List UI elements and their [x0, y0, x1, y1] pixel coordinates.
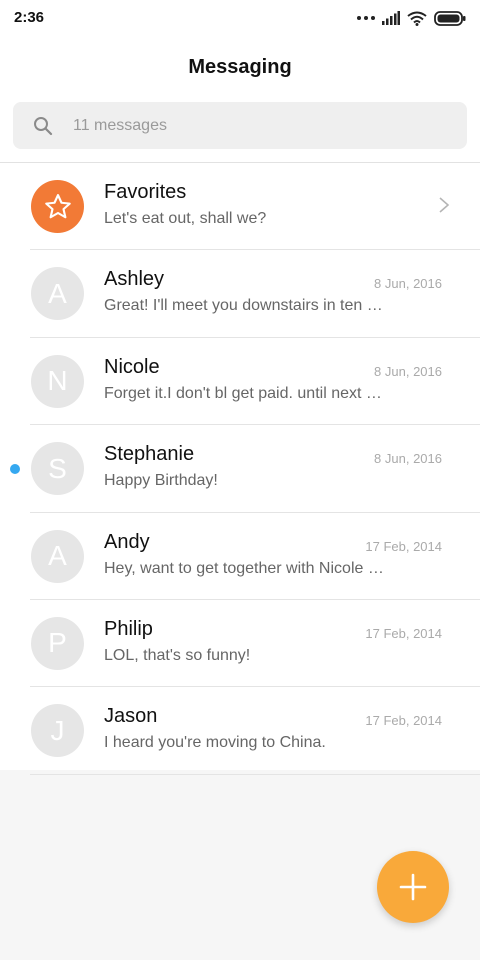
conversation-row-jason[interactable]: J Jason 17 Feb, 2014 I heard you're movi…	[0, 687, 480, 775]
divider	[30, 773, 480, 775]
avatar: P	[31, 616, 84, 670]
avatar: J	[31, 704, 84, 758]
favorites-row[interactable]: Favorites Let's eat out, shall we?	[0, 163, 480, 251]
wifi-icon	[407, 11, 427, 26]
message-preview: Happy Birthday!	[104, 472, 218, 490]
avatar: A	[31, 529, 84, 583]
battery-icon	[434, 10, 466, 26]
message-date: 8 Jun, 2016	[374, 363, 442, 379]
message-preview: I heard you're moving to China.	[104, 734, 326, 752]
conversation-row-andy[interactable]: A Andy 17 Feb, 2014 Hey, want to get tog…	[0, 513, 480, 600]
message-date: 8 Jun, 2016	[374, 451, 442, 467]
message-preview: Hey, want to get together with Nicole to…	[104, 559, 386, 577]
conversation-row-stephanie[interactable]: S Stephanie 8 Jun, 2016 Happy Birthday!	[0, 425, 480, 513]
favorites-name: Favorites	[104, 181, 187, 203]
conversation-row-nicole[interactable]: N Nicole 8 Jun, 2016 Forget it.I don't b…	[0, 338, 480, 426]
star-icon	[44, 193, 71, 218]
favorites-preview: Let's eat out, shall we?	[104, 210, 267, 227]
more-dots-icon	[357, 16, 375, 20]
search-icon	[34, 117, 53, 136]
status-icons	[357, 9, 466, 27]
message-date: 8 Jun, 2016	[374, 276, 442, 292]
search-bar[interactable]	[13, 102, 467, 149]
contact-name: Ashley	[104, 268, 165, 291]
message-preview: LOL, that's so funny!	[104, 646, 251, 664]
message-preview: Great! I'll meet you downstairs in ten m…	[104, 297, 386, 315]
new-message-button[interactable]	[377, 851, 449, 923]
contact-name: Jason	[104, 705, 158, 728]
contact-name: Andy	[104, 530, 150, 553]
conversation-row-ashley[interactable]: A Ashley 8 Jun, 2016 Great! I'll meet yo…	[0, 250, 480, 338]
avatar: A	[31, 267, 84, 321]
message-date: 17 Feb, 2014	[365, 625, 442, 641]
signal-icon	[382, 11, 400, 25]
favorites-avatar	[31, 180, 84, 233]
chevron-right-icon	[439, 197, 450, 213]
avatar: S	[31, 442, 84, 496]
contact-name: Stephanie	[104, 443, 195, 466]
unread-indicator	[10, 464, 20, 475]
contact-name: Nicole	[104, 355, 160, 378]
plus-icon	[399, 873, 427, 901]
avatar: N	[31, 354, 84, 408]
message-date: 17 Feb, 2014	[365, 713, 442, 729]
search-input[interactable]	[73, 102, 453, 149]
status-bar: 2:36	[0, 0, 480, 36]
conversation-row-philip[interactable]: P Philip 17 Feb, 2014 LOL, that's so fun…	[0, 600, 480, 688]
status-time: 2:36	[14, 9, 45, 26]
conversation-list: Favorites Let's eat out, shall we? A Ash…	[0, 163, 480, 775]
message-date: 17 Feb, 2014	[365, 538, 442, 554]
page-title: Messaging	[188, 56, 292, 78]
contact-name: Philip	[104, 617, 153, 640]
main-panel: 2:36 Messaging 11 messages Favorites Let…	[0, 0, 480, 775]
message-preview: Forget it.I don't bl get paid. until nex…	[104, 384, 386, 402]
